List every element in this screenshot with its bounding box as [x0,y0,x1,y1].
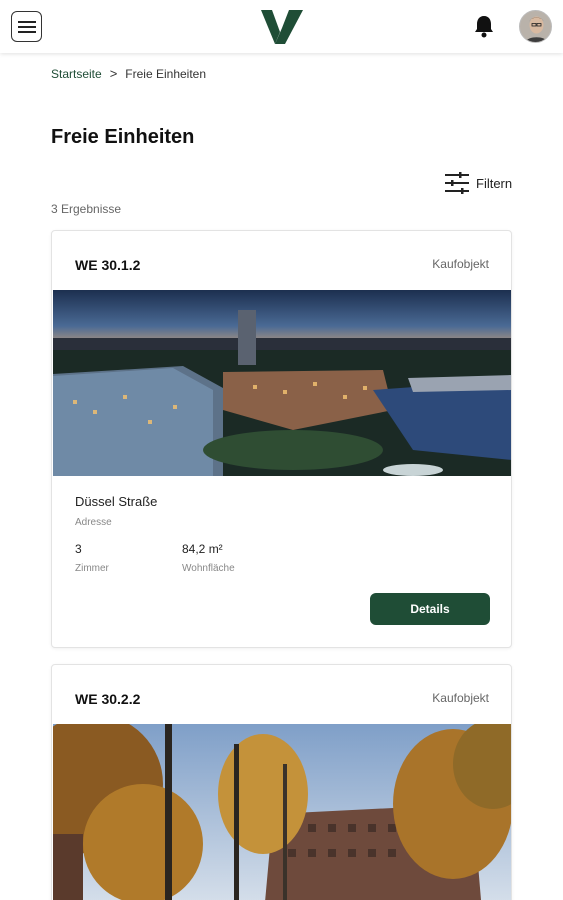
page-title: Freie Einheiten [51,126,195,148]
unit-card[interactable]: WE 30.1.2 Kaufobjekt Düssel Straße Adres… [51,230,512,648]
unit-type: Kaufobjekt [432,257,489,271]
result-count: 3 Ergebnisse [51,202,122,216]
sliders-icon [445,172,469,194]
unit-id: WE 30.1.2 [75,257,141,273]
unit-rooms: 3 [75,542,82,556]
breadcrumb: Startseite > Freie Einheiten [51,67,206,81]
user-avatar[interactable] [519,10,552,43]
unit-area: 84,2 m² [182,542,223,556]
details-button[interactable]: Details [370,593,490,625]
unit-card-header: WE 30.1.2 Kaufobjekt [52,231,511,290]
breadcrumb-separator: > [109,66,118,81]
filter-label: Filtern [476,175,513,191]
bell-icon[interactable] [473,14,495,38]
breadcrumb-home-link[interactable]: Startseite [51,67,102,81]
unit-photo[interactable] [53,290,512,476]
unit-area-label: Wohnfläche [182,563,235,574]
logo-icon[interactable] [261,10,303,44]
unit-id: WE 30.2.2 [75,691,141,707]
unit-address-label: Adresse [75,517,112,528]
unit-card-header: WE 30.2.2 Kaufobjekt [52,665,511,724]
filter-button[interactable]: Filtern [445,172,512,194]
top-bar [0,0,563,53]
menu-button[interactable] [11,11,42,42]
breadcrumb-current: Freie Einheiten [125,67,207,81]
unit-address: Düssel Straße [75,494,158,509]
unit-photo[interactable] [53,724,512,900]
hamburger-menu-icon [17,20,36,33]
unit-card[interactable]: WE 30.2.2 Kaufobjekt [51,664,512,900]
unit-rooms-label: Zimmer [75,563,109,574]
unit-type: Kaufobjekt [432,691,489,705]
